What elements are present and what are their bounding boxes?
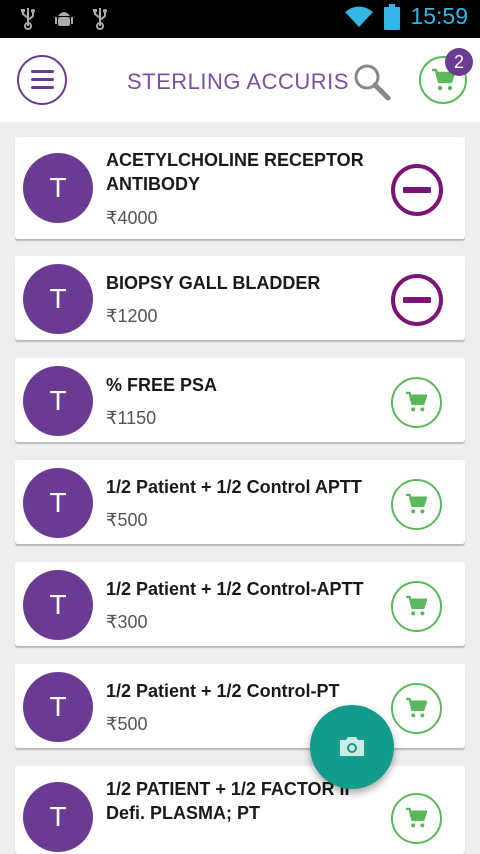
avatar: T	[23, 782, 93, 852]
list-item[interactable]: T BIOPSY GALL BLADDER ₹1200	[15, 256, 465, 340]
list-item[interactable]: T % FREE PSA ₹1150	[15, 358, 465, 442]
camera-icon	[340, 737, 364, 756]
search-icon[interactable]	[352, 62, 392, 102]
list-item[interactable]: T ACETYLCHOLINE RECEPTOR ANTIBODY ₹4000	[15, 137, 465, 239]
android-debug-icon	[55, 12, 73, 26]
remove-circle-icon	[403, 297, 431, 303]
app-title: STERLING ACCURIS	[127, 69, 349, 94]
status-bar: 15:59	[0, 0, 480, 38]
wifi-icon	[345, 6, 374, 27]
list-item[interactable]: T 1/2 Patient + 1/2 Control-PT ₹500	[15, 664, 465, 748]
add-to-cart-icon	[405, 595, 427, 616]
add-to-cart-icon	[405, 493, 427, 514]
remove-button[interactable]	[391, 164, 443, 216]
hamburger-menu-icon-line	[31, 78, 54, 81]
camera-fab-button[interactable]	[310, 705, 394, 789]
avatar: T	[23, 672, 93, 742]
test-name: 1/2 Patient + 1/2 Control APTT	[106, 477, 362, 497]
test-price: ₹500	[106, 510, 148, 530]
remove-circle-icon	[403, 187, 431, 193]
add-to-cart-icon	[405, 391, 427, 412]
test-name: BIOPSY GALL BLADDER	[106, 273, 321, 293]
test-name: 1/2 Patient + 1/2 Control-APTT	[106, 579, 364, 599]
add-to-cart-icon	[405, 697, 427, 718]
list-item[interactable]: T 1/2 Patient + 1/2 Control APTT ₹500	[15, 460, 465, 544]
test-price: ₹300	[106, 612, 148, 632]
avatar: T	[23, 366, 93, 436]
add-to-cart-button[interactable]	[391, 581, 442, 632]
add-to-cart-button[interactable]	[391, 683, 442, 734]
usb-icon	[93, 8, 107, 30]
test-price: ₹1200	[106, 306, 158, 326]
list-item[interactable]: T 1/2 PATIENT + 1/2 FACTOR II Defi. PLAS…	[15, 766, 465, 854]
test-price: ₹500	[106, 714, 148, 734]
test-price: ₹4000	[106, 208, 158, 228]
battery-icon	[384, 3, 401, 30]
hamburger-menu-icon	[31, 70, 54, 73]
menu-button[interactable]	[17, 55, 67, 105]
avatar: T	[23, 570, 93, 640]
clock: 15:59	[410, 3, 468, 29]
app-bar: STERLING ACCURIS 2	[0, 38, 480, 122]
avatar: T	[23, 153, 93, 223]
test-name: ACETYLCHOLINE RECEPTOR ANTIBODY	[106, 150, 364, 194]
remove-button[interactable]	[391, 274, 443, 326]
test-name: 1/2 Patient + 1/2 Control-PT	[106, 681, 340, 701]
usb-icon	[21, 8, 35, 30]
add-to-cart-button[interactable]	[391, 377, 442, 428]
add-to-cart-button[interactable]	[391, 793, 442, 844]
test-name: % FREE PSA	[106, 375, 218, 395]
avatar: T	[23, 468, 93, 538]
add-to-cart-button[interactable]	[391, 479, 442, 530]
avatar: T	[23, 264, 93, 334]
add-to-cart-icon	[405, 807, 427, 828]
hamburger-menu-icon-line	[31, 86, 54, 89]
cart-count-badge: 2	[445, 48, 473, 76]
test-price: ₹1150	[106, 408, 157, 428]
list-item[interactable]: T 1/2 Patient + 1/2 Control-APTT ₹300	[15, 562, 465, 646]
